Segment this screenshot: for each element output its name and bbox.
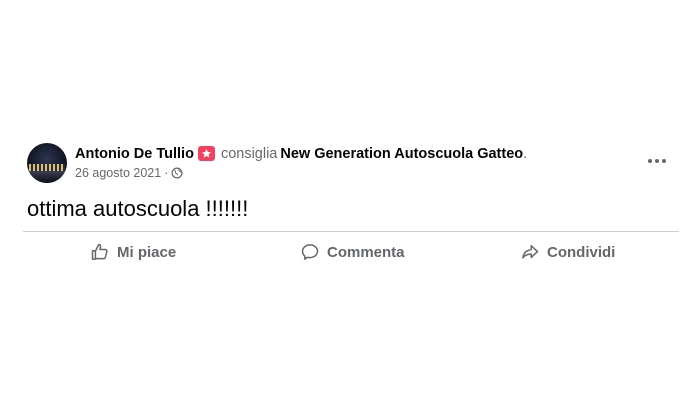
post-header: Antonio De Tullio consiglia New Generation…	[75, 145, 527, 163]
star-badge-icon	[197, 146, 215, 161]
more-dot-icon	[648, 159, 652, 163]
post-meta: 26 agosto 2021 ·	[75, 165, 183, 183]
comment-button[interactable]: Commenta	[300, 240, 405, 264]
comment-bubble-icon	[300, 242, 320, 262]
actions-divider	[23, 231, 679, 232]
avatar[interactable]	[27, 143, 67, 183]
more-dot-icon	[662, 159, 666, 163]
post-card: Antonio De Tullio consiglia New Generation…	[0, 0, 700, 400]
post-body-text: ottima autoscuola !!!!!!!	[27, 196, 249, 221]
like-button[interactable]: Mi piace	[90, 240, 176, 264]
more-options-button[interactable]	[643, 150, 671, 172]
share-label: Condividi	[547, 243, 616, 261]
globe-icon	[171, 167, 183, 183]
thumbs-up-icon	[90, 242, 110, 262]
page-name-suffix: .	[523, 146, 528, 162]
comment-label: Commenta	[327, 243, 405, 261]
avatar-city-lights	[29, 164, 65, 171]
avatar-ground	[27, 171, 67, 183]
share-button[interactable]: Condividi	[520, 240, 615, 264]
recommends-text: consiglia	[220, 146, 278, 162]
share-arrow-icon	[520, 242, 540, 262]
more-dot-icon	[655, 159, 659, 163]
like-label: Mi piace	[117, 243, 177, 261]
post-date[interactable]: 26 agosto 2021	[75, 166, 161, 180]
meta-separator: ·	[164, 166, 169, 180]
author-name[interactable]: Antonio De Tullio	[75, 146, 194, 162]
page-name-link[interactable]: New Generation Autoscuola Gatteo	[280, 146, 523, 162]
